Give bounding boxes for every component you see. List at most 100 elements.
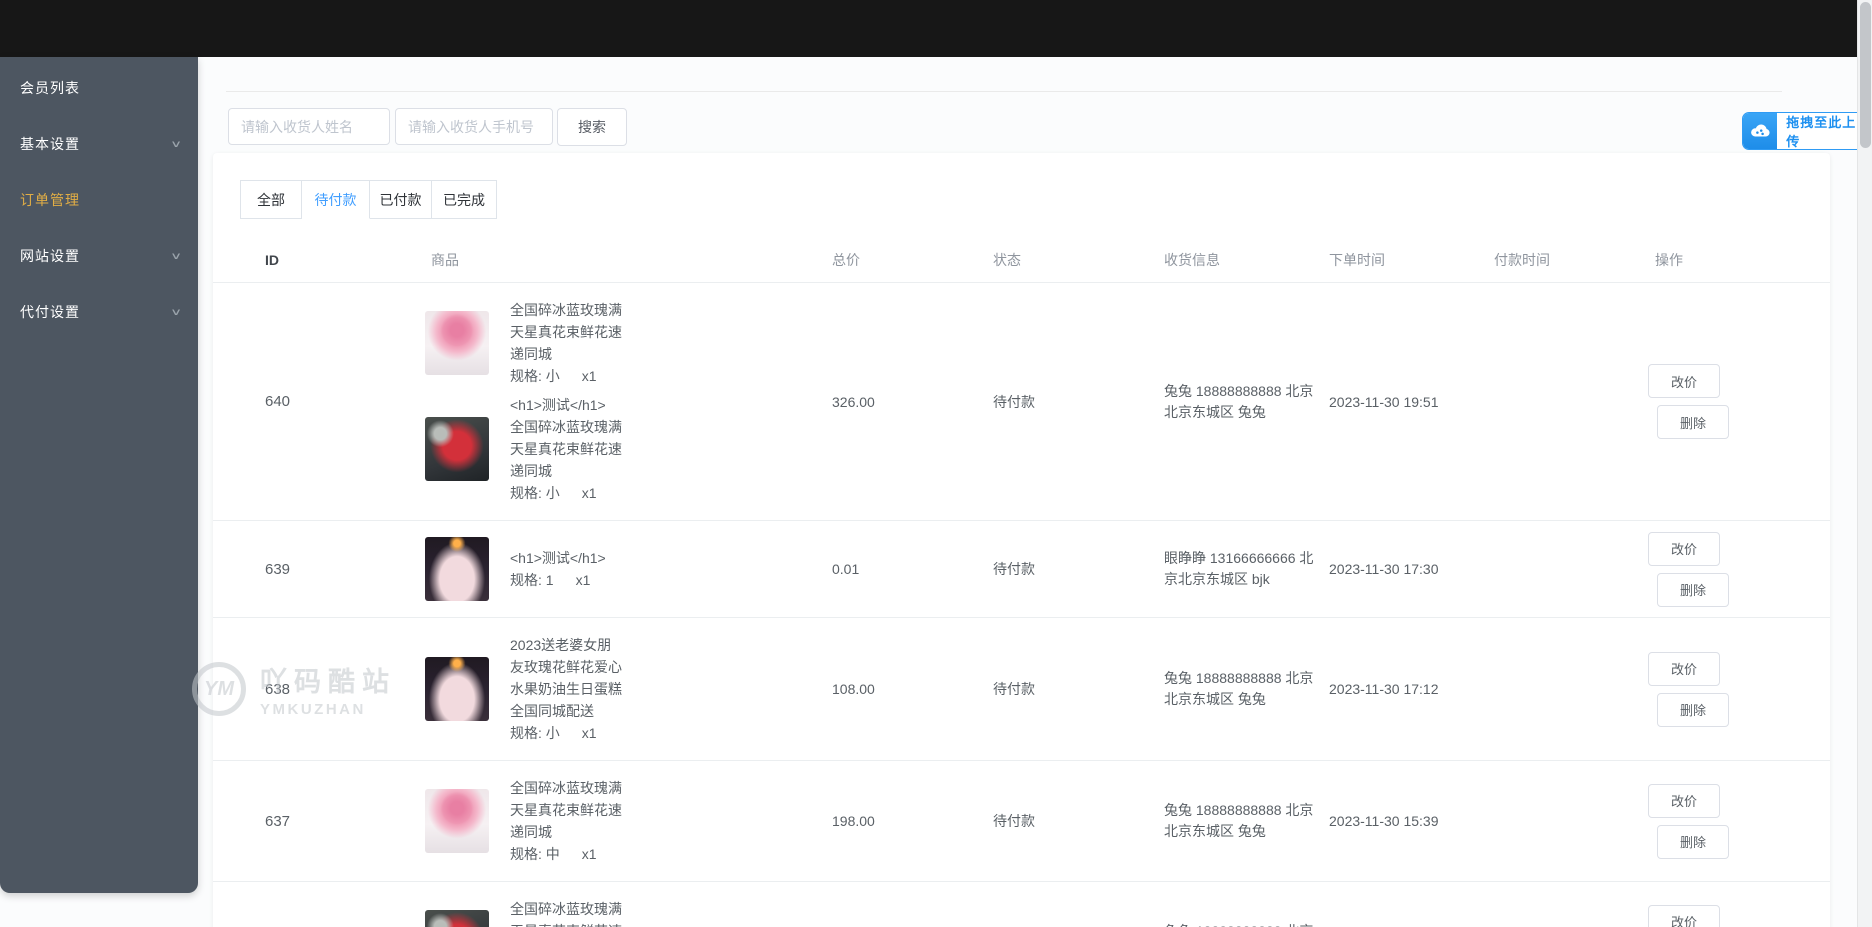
product-spec: 规格: 1 x1 <box>510 569 606 591</box>
tab-label: 全部 <box>257 191 285 208</box>
status-tab[interactable]: 待付款 <box>302 180 370 219</box>
sidebar-item[interactable]: 订单管理 <box>0 172 198 228</box>
edit-price-button[interactable]: 改价 <box>1648 904 1720 927</box>
column-header-status: 状态 <box>993 252 1021 268</box>
sidebar-item-label: 会员列表 <box>20 80 80 96</box>
quantity-label: x1 <box>575 572 591 588</box>
shipping-info: 兔兔 18888888888 北京北京东城区 兔兔 <box>1164 921 1314 927</box>
edit-price-button[interactable]: 改价 <box>1648 783 1720 818</box>
sidebar-item[interactable]: 代付设置 ∨ <box>0 284 198 340</box>
table-row: 637 全国碎冰蓝玫瑰满 天星真花束鲜花速 递同城 规格: 中 x1 198.0… <box>213 761 1830 882</box>
receiver-name-input[interactable] <box>228 108 390 145</box>
products-cell: <h1>测试</h1> 规格: 1 x1 <box>425 521 832 617</box>
product-entry: 2023送老婆女朋 友玫瑰花鲜花爱心 水果奶油生日蛋糕 全国同城配送 规格: 小… <box>425 634 832 744</box>
receiver-phone-input[interactable] <box>395 108 553 145</box>
chevron-down-icon: ∨ <box>170 306 184 318</box>
shipping-info-cell: 兔兔 18888888888 北京北京东城区 兔兔 <box>1164 381 1329 423</box>
sidebar-item-label: 代付设置 <box>20 304 80 320</box>
order-id: 637 <box>265 812 291 830</box>
products-cell: 全国碎冰蓝玫瑰满 天星真花束鲜花速 递同城 规格: 小x1 <box>425 882 832 927</box>
scrollbar[interactable] <box>1857 0 1872 927</box>
spec-label: 规格: 小 <box>510 368 560 384</box>
product-entry: <h1>测试</h1> 规格: 1 x1 <box>425 537 832 601</box>
quantity-label: x1 <box>581 846 597 862</box>
delete-button[interactable]: 删除 <box>1657 824 1729 859</box>
top-navbar <box>0 0 1872 57</box>
order-id: 640 <box>265 393 291 410</box>
scrollbar-thumb[interactable] <box>1860 2 1871 148</box>
delete-button[interactable]: 删除 <box>1657 405 1729 439</box>
column-header-total: 总价 <box>832 252 860 268</box>
quantity-label: x1 <box>581 485 597 501</box>
product-title: <h1>测试</h1> <box>510 550 606 566</box>
shipping-info: 眼睁睁 13166666666 北京北京东城区 bjk <box>1164 550 1314 587</box>
order-status: 待付款 <box>993 681 1035 697</box>
search-button[interactable]: 搜索 <box>557 108 627 146</box>
product-title: <h1>测试</h1> 全国碎冰蓝玫瑰满 天星真花束鲜花速 递同城 <box>510 397 622 479</box>
app-screen: 会员列表 基本设置 ∨ 订单管理 网站设置 ∨ 代付设置 ∨ 搜索 <box>0 0 1872 927</box>
product-title: 全国碎冰蓝玫瑰满 天星真花束鲜花速 递同城 <box>510 302 622 362</box>
sidebar-item[interactable]: 基本设置 ∨ <box>0 116 198 172</box>
edit-price-button[interactable]: 改价 <box>1648 651 1720 686</box>
shipping-info-cell: 兔兔 18888888888 北京北京东城区 兔兔 <box>1164 800 1329 842</box>
product-spec: 规格: 小 x1 <box>510 482 622 504</box>
product-image <box>425 417 489 481</box>
tab-label: 待付款 <box>314 191 357 208</box>
products-cell: 全国碎冰蓝玫瑰满 天星真花束鲜花速 递同城 规格: 小 x1 <h1>测试</h1… <box>425 283 832 520</box>
actions-cell: 改价 删除 <box>1648 904 1830 927</box>
column-header-id: ID <box>265 252 279 268</box>
product-entry: <h1>测试</h1> 全国碎冰蓝玫瑰满 天星真花束鲜花速 递同城 规格: 小 x… <box>425 394 832 504</box>
delete-button[interactable]: 删除 <box>1657 572 1729 607</box>
order-id: 638 <box>265 680 291 698</box>
spec-label: 规格: 小 <box>510 725 560 741</box>
order-time: 2023-11-30 19:51 <box>1329 393 1439 410</box>
table-body: 640 全国碎冰蓝玫瑰满 天星真花束鲜花速 递同城 规格: 小 x1 <h1>测… <box>213 283 1830 927</box>
table-header-row: ID 商品 总价 状态 收货信息 下单时间 付款时间 操作 <box>213 238 1830 283</box>
product-text: 全国碎冰蓝玫瑰满 天星真花束鲜花速 递同城 规格: 小x1 <box>510 898 622 927</box>
column-header-order-time: 下单时间 <box>1329 252 1385 268</box>
sidebar-item-label: 订单管理 <box>20 192 80 208</box>
shipping-info: 兔兔 18888888888 北京北京东城区 兔兔 <box>1164 802 1314 839</box>
order-time: 2023-11-30 15:39 <box>1329 813 1439 829</box>
product-spec: 规格: 小 x1 <box>510 365 622 387</box>
shipping-info-cell: 兔兔 18888888888 北京北京东城区 兔兔 <box>1164 668 1329 710</box>
spec-label: 规格: 1 <box>510 572 554 588</box>
delete-button[interactable]: 删除 <box>1657 692 1729 727</box>
column-header-goods: 商品 <box>431 252 459 268</box>
product-image <box>425 789 489 853</box>
sidebar: 会员列表 基本设置 ∨ 订单管理 网站设置 ∨ 代付设置 ∨ <box>0 57 198 893</box>
chevron-down-icon: ∨ <box>170 250 184 262</box>
status-tab[interactable]: 全部 <box>240 180 302 219</box>
spec-label: 规格: 中 <box>510 846 560 862</box>
product-entry: 全国碎冰蓝玫瑰满 天星真花束鲜花速 递同城 规格: 中 x1 <box>425 777 832 865</box>
status-tab[interactable]: 已付款 <box>370 180 432 219</box>
order-status: 待付款 <box>993 813 1035 829</box>
actions-cell: 改价 删除 <box>1648 531 1830 607</box>
product-spec: 规格: 小 x1 <box>510 722 622 744</box>
order-status: 待付款 <box>993 561 1035 577</box>
order-status: 待付款 <box>993 393 1035 410</box>
order-total: 326.00 <box>832 393 875 410</box>
sidebar-item-label: 网站设置 <box>20 248 80 264</box>
edit-price-button[interactable]: 改价 <box>1648 364 1720 398</box>
quantity-label: x1 <box>581 368 597 384</box>
shipping-info: 兔兔 18888888888 北京北京东城区 兔兔 <box>1164 382 1314 420</box>
upload-dropzone[interactable]: 拖拽至此上传 <box>1742 112 1872 150</box>
actions-cell: 改价 删除 <box>1648 651 1830 727</box>
spec-label: 规格: 小 <box>510 485 560 501</box>
sidebar-item[interactable]: 网站设置 ∨ <box>0 228 198 284</box>
header-divider <box>226 91 1782 92</box>
chevron-down-icon: ∨ <box>170 138 184 150</box>
shipping-info-cell: 兔兔 18888888888 北京北京东城区 兔兔 <box>1164 921 1329 927</box>
edit-price-button[interactable]: 改价 <box>1648 531 1720 566</box>
product-text: <h1>测试</h1> 规格: 1 x1 <box>510 547 606 591</box>
shipping-info: 兔兔 18888888888 北京北京东城区 兔兔 <box>1164 670 1314 707</box>
products-cell: 2023送老婆女朋 友玫瑰花鲜花爱心 水果奶油生日蛋糕 全国同城配送 规格: 小… <box>425 618 832 760</box>
column-header-pay-time: 付款时间 <box>1494 252 1550 268</box>
status-tab[interactable]: 已完成 <box>432 180 497 219</box>
order-time: 2023-11-30 17:12 <box>1329 681 1439 697</box>
product-text: 2023送老婆女朋 友玫瑰花鲜花爱心 水果奶油生日蛋糕 全国同城配送 规格: 小… <box>510 634 622 744</box>
product-title: 2023送老婆女朋 友玫瑰花鲜花爱心 水果奶油生日蛋糕 全国同城配送 <box>510 637 622 719</box>
sidebar-item[interactable]: 会员列表 <box>0 60 198 116</box>
order-total: 198.00 <box>832 813 875 829</box>
